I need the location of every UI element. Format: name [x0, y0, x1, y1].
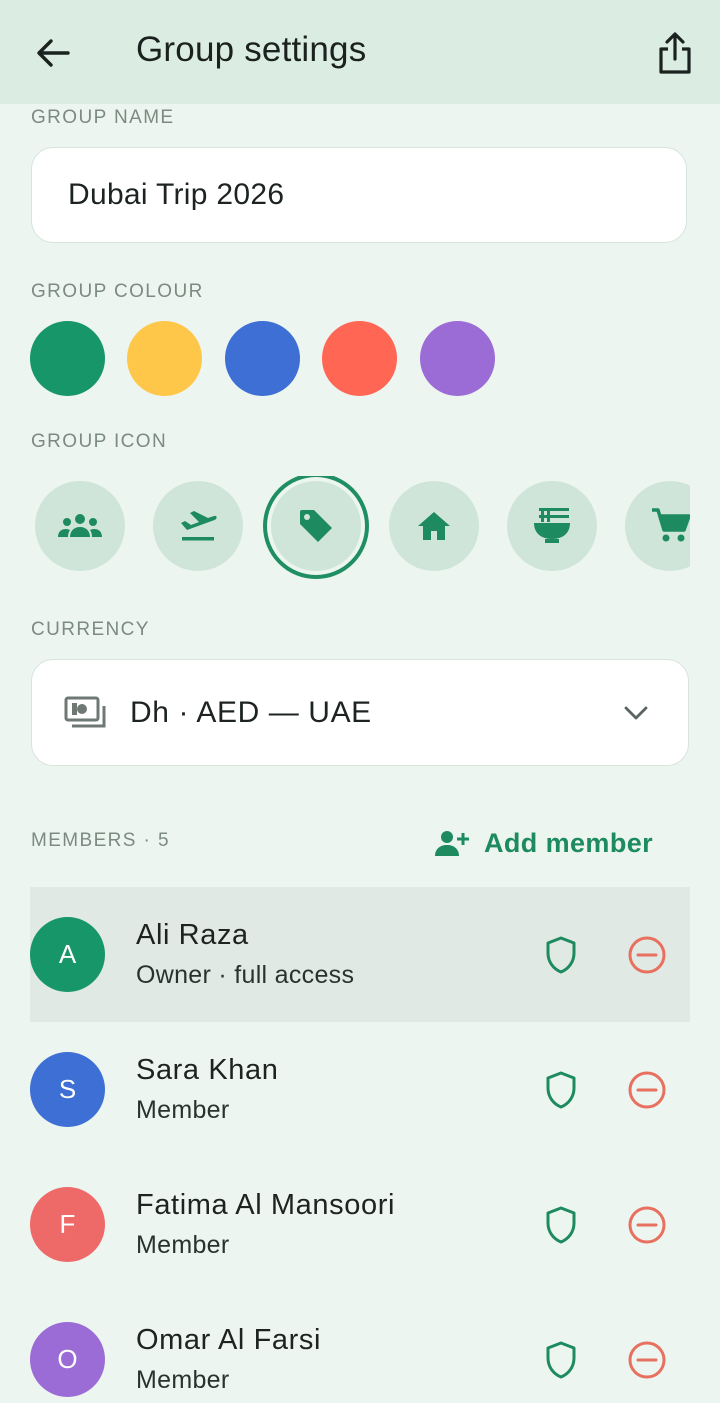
group-icon-option-flight[interactable]	[153, 481, 243, 571]
shield-icon	[546, 1071, 576, 1109]
group-name-field[interactable]	[31, 147, 687, 243]
member-row[interactable]: S Sara Khan Member	[30, 1022, 690, 1157]
avatar: S	[30, 1052, 105, 1127]
member-role: Owner · full access	[136, 961, 355, 989]
add-member-label: Add member	[484, 827, 654, 858]
currency-label: CURRENCY	[31, 619, 150, 640]
back-button[interactable]	[28, 26, 78, 80]
avatar: F	[30, 1187, 105, 1262]
group-icon-option-people[interactable]	[35, 481, 125, 571]
remove-member-button[interactable]	[622, 1335, 672, 1385]
member-role: Member	[136, 1096, 230, 1124]
remove-member-button[interactable]	[622, 1065, 672, 1115]
admin-toggle-button[interactable]	[536, 1065, 586, 1115]
colour-swatch-blue[interactable]	[225, 321, 300, 396]
remove-member-button[interactable]	[622, 930, 672, 980]
member-name: Ali Raza	[136, 919, 249, 951]
shopping-cart-icon	[652, 508, 690, 542]
shield-icon	[546, 1341, 576, 1379]
home-icon	[418, 512, 450, 540]
admin-toggle-button[interactable]	[536, 1335, 586, 1385]
member-name: Sara Khan	[136, 1054, 279, 1086]
admin-toggle-button[interactable]	[536, 1200, 586, 1250]
shield-icon	[546, 936, 576, 974]
colour-swatch-green[interactable]	[30, 321, 105, 396]
remove-circle-icon	[628, 1341, 666, 1379]
admin-toggle-button[interactable]	[536, 930, 586, 980]
group-name-input[interactable]	[68, 148, 648, 241]
colour-swatch-purple[interactable]	[420, 321, 495, 396]
page-title: Group settings	[136, 30, 367, 69]
member-row[interactable]: F Fatima Al Mansoori Member	[30, 1157, 690, 1292]
share-icon	[659, 32, 691, 74]
remove-circle-icon	[628, 936, 666, 974]
member-role: Member	[136, 1366, 230, 1394]
group-icon-picker	[30, 476, 690, 580]
tag-icon	[300, 510, 332, 542]
shield-icon	[546, 1206, 576, 1244]
member-name: Omar Al Farsi	[136, 1324, 322, 1356]
group-name-label: GROUP NAME	[31, 107, 175, 128]
members-label: MEMBERS · 5	[31, 830, 170, 851]
colour-swatch-yellow[interactable]	[127, 321, 202, 396]
arrow-left-icon	[37, 39, 70, 67]
avatar: O	[30, 1322, 105, 1397]
money-icon	[64, 696, 106, 728]
people-group-icon	[58, 514, 102, 537]
flight-departure-icon	[181, 511, 217, 541]
add-member-button[interactable]: Add member	[434, 822, 653, 864]
group-icon-option-tag[interactable]	[271, 481, 361, 571]
group-colour-label: GROUP COLOUR	[31, 281, 204, 302]
remove-member-button[interactable]	[622, 1200, 672, 1250]
avatar: A	[30, 917, 105, 992]
colour-swatch-red[interactable]	[322, 321, 397, 396]
remove-circle-icon	[628, 1071, 666, 1109]
food-bowl-icon	[534, 508, 570, 543]
group-icon-option-home[interactable]	[389, 481, 479, 571]
member-role: Member	[136, 1231, 230, 1259]
add-person-icon	[435, 831, 469, 856]
group-icon-option-food[interactable]	[507, 481, 597, 571]
app-bar: Group settings	[0, 0, 720, 104]
chevron-down-icon	[624, 706, 648, 720]
member-name: Fatima Al Mansoori	[136, 1189, 395, 1221]
group-icon-label: GROUP ICON	[31, 431, 168, 452]
member-row[interactable]: A Ali Raza Owner · full access	[30, 887, 690, 1022]
currency-select[interactable]: Dh · AED — UAE	[31, 659, 689, 766]
group-icon-option-cart[interactable]	[625, 481, 690, 571]
currency-value: Dh · AED — UAE	[130, 696, 372, 729]
share-button[interactable]	[650, 26, 700, 80]
member-row[interactable]: O Omar Al Farsi Member	[30, 1292, 690, 1403]
remove-circle-icon	[628, 1206, 666, 1244]
